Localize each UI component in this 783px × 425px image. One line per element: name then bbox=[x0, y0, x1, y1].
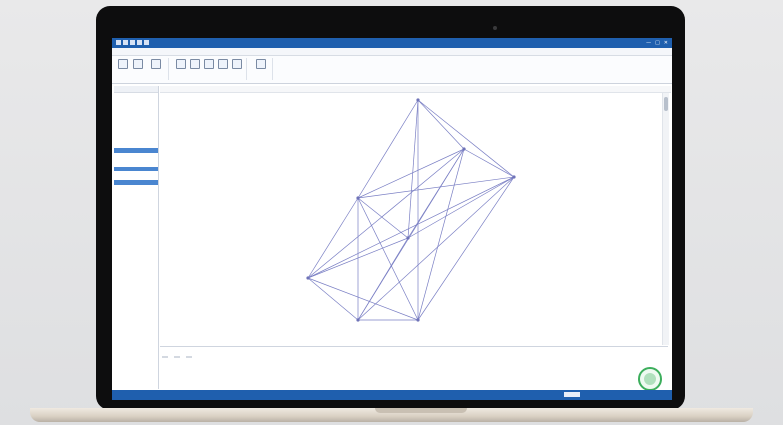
status-bar bbox=[112, 390, 672, 400]
camera-dot bbox=[493, 26, 497, 30]
menu-bar bbox=[112, 48, 672, 56]
project-tree bbox=[114, 93, 158, 185]
graph-node[interactable] bbox=[306, 276, 310, 280]
folder-icon bbox=[133, 59, 143, 69]
save-icon[interactable] bbox=[123, 40, 128, 45]
vertical-scrollbar[interactable] bbox=[662, 93, 669, 345]
panel-header bbox=[114, 86, 158, 93]
window-controls: — □ ✕ bbox=[646, 40, 668, 46]
new-file-icon bbox=[118, 59, 128, 69]
open-button[interactable] bbox=[131, 59, 145, 70]
ribbon-tool-5[interactable] bbox=[230, 59, 244, 70]
graph-edge[interactable] bbox=[463, 148, 515, 178]
save-as-icon bbox=[151, 59, 161, 69]
zoom-field[interactable] bbox=[564, 392, 580, 397]
graph-edge[interactable] bbox=[417, 148, 465, 321]
graph-edge[interactable] bbox=[357, 197, 409, 239]
canvas-toolbar bbox=[160, 86, 671, 93]
base-notch bbox=[375, 408, 467, 413]
maximize-button[interactable]: □ bbox=[655, 40, 660, 46]
graph-edge[interactable] bbox=[357, 197, 419, 321]
title-bar: — □ ✕ bbox=[112, 38, 672, 48]
tool-icon bbox=[256, 59, 266, 69]
graph-edge[interactable] bbox=[417, 99, 465, 150]
output-tabs bbox=[162, 356, 192, 358]
quick-access-toolbar bbox=[116, 40, 149, 45]
ribbon-group-tools bbox=[172, 58, 247, 80]
laptop-base bbox=[30, 408, 753, 422]
undo-icon[interactable] bbox=[130, 40, 135, 45]
ribbon-tool-4[interactable] bbox=[216, 59, 230, 70]
graph-edge[interactable] bbox=[417, 176, 515, 321]
network-graph[interactable] bbox=[160, 93, 660, 345]
tool-icon bbox=[190, 59, 200, 69]
graph-node[interactable] bbox=[416, 318, 420, 322]
graph-node[interactable] bbox=[356, 196, 360, 200]
tool-icon bbox=[218, 59, 228, 69]
ribbon-group-file bbox=[114, 58, 169, 80]
project-tree-panel bbox=[114, 86, 159, 389]
graph-node[interactable] bbox=[512, 175, 516, 179]
graph-edge[interactable] bbox=[307, 277, 419, 321]
app-icon[interactable] bbox=[116, 40, 121, 45]
new-button[interactable] bbox=[116, 59, 130, 70]
graph-edge[interactable] bbox=[357, 237, 409, 321]
minimize-button[interactable]: — bbox=[646, 40, 651, 46]
output-tab-3[interactable] bbox=[186, 356, 192, 358]
graph-canvas[interactable] bbox=[160, 93, 660, 345]
output-tab-2[interactable] bbox=[174, 356, 180, 358]
graph-edge[interactable] bbox=[357, 99, 419, 199]
graph-node[interactable] bbox=[406, 236, 410, 240]
app-screen: — □ ✕ bbox=[112, 38, 672, 400]
graph-edge[interactable] bbox=[307, 277, 359, 321]
graph-edge[interactable] bbox=[307, 148, 465, 279]
ribbon-tool-3[interactable] bbox=[202, 59, 216, 70]
graph-node[interactable] bbox=[356, 318, 360, 322]
ribbon-tool-6[interactable] bbox=[254, 59, 268, 70]
output-tab-1[interactable] bbox=[162, 356, 168, 358]
output-panel bbox=[160, 346, 668, 391]
tree-item[interactable] bbox=[114, 180, 158, 185]
status-badge-icon[interactable] bbox=[638, 367, 662, 391]
scrollbar-thumb[interactable] bbox=[664, 97, 668, 111]
graph-edge[interactable] bbox=[407, 99, 419, 239]
graph-edge[interactable] bbox=[407, 176, 515, 239]
customize-icon[interactable] bbox=[144, 40, 149, 45]
graph-edge[interactable] bbox=[417, 99, 515, 178]
ribbon-group-extra bbox=[250, 58, 273, 80]
tool-icon bbox=[204, 59, 214, 69]
save-as-button[interactable] bbox=[147, 59, 165, 70]
graph-node[interactable] bbox=[416, 98, 420, 102]
graph-edge[interactable] bbox=[407, 148, 465, 239]
ribbon-tool-1[interactable] bbox=[174, 59, 188, 70]
ribbon bbox=[112, 56, 672, 84]
ribbon-tool-2[interactable] bbox=[188, 59, 202, 70]
graph-node[interactable] bbox=[462, 147, 466, 151]
tool-icon bbox=[232, 59, 242, 69]
redo-icon[interactable] bbox=[137, 40, 142, 45]
close-button[interactable]: ✕ bbox=[664, 40, 668, 46]
tool-icon bbox=[176, 59, 186, 69]
